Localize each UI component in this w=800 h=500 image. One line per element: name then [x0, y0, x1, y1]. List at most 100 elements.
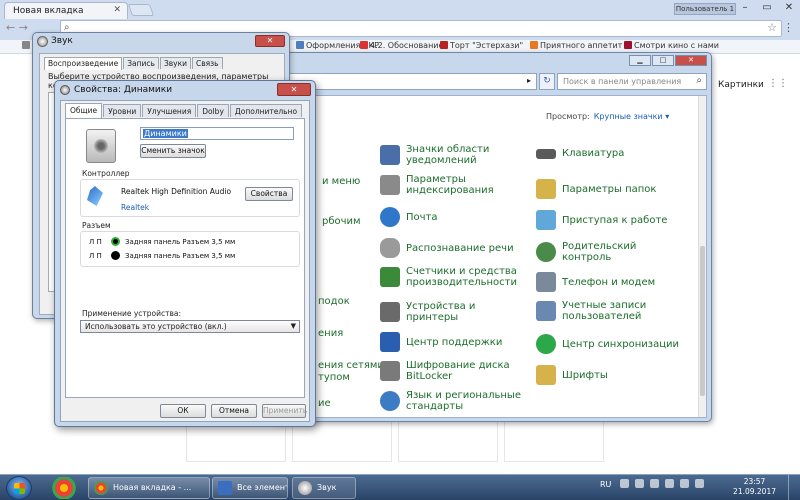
- arrow-up-icon[interactable]: [619, 479, 629, 488]
- close-icon[interactable]: ✕: [277, 83, 311, 96]
- ok-button[interactable]: ОК: [160, 404, 206, 418]
- bookmark-icon: [360, 41, 368, 49]
- close-icon[interactable]: ✕: [778, 0, 800, 17]
- cp-item-indexing-options[interactable]: Параметры индексирования: [380, 174, 530, 196]
- controller-name: Realtek High Definition Audio: [121, 187, 232, 196]
- device-usage-select[interactable]: Использовать это устройство (вкл.) ▼: [80, 320, 300, 333]
- close-icon[interactable]: ✕: [675, 55, 707, 66]
- volume-icon[interactable]: [649, 479, 659, 488]
- cancel-button[interactable]: Отмена: [211, 404, 257, 418]
- device-name-input[interactable]: Динамики: [140, 127, 294, 140]
- tab-general[interactable]: Общие: [65, 103, 103, 118]
- tab-levels[interactable]: Уровни: [103, 104, 142, 117]
- controller-vendor[interactable]: Realtek: [121, 203, 149, 212]
- tab-sounds[interactable]: Звуки: [159, 57, 192, 69]
- jack-black-icon: [111, 251, 120, 260]
- bookmark[interactable]: Торт "Эстерхази": [440, 41, 523, 50]
- tray-app-icon[interactable]: [694, 479, 704, 488]
- maximize-icon[interactable]: ▭: [756, 0, 778, 17]
- taskbar-item-sound[interactable]: Звук: [292, 477, 356, 499]
- cp-item-fonts[interactable]: Шрифты: [536, 365, 686, 385]
- globe-icon: [380, 391, 400, 411]
- view-by-value[interactable]: Крупные значки: [594, 112, 663, 121]
- cp-item-devices-printers[interactable]: Устройства и принтеры: [380, 301, 530, 323]
- new-tab-button[interactable]: [127, 4, 155, 16]
- refresh-icon[interactable]: ↻: [539, 73, 555, 90]
- tab-enhancements[interactable]: Улучшения: [142, 104, 197, 117]
- browser-tab[interactable]: Новая вкладка ✕: [4, 2, 128, 19]
- cp-item-user-accounts[interactable]: Учетные записи пользователей: [536, 300, 686, 322]
- star-icon[interactable]: ☆: [767, 21, 777, 34]
- bookmark[interactable]: Смотри кино с нами: [624, 41, 719, 50]
- cp-item-phone-modem[interactable]: Телефон и модем: [536, 272, 686, 292]
- minimize-icon[interactable]: –: [734, 0, 756, 17]
- cp-item-action-center[interactable]: Центр поддержки: [380, 332, 530, 352]
- cp-item-performance[interactable]: Счетчики и средства производительности: [380, 266, 530, 288]
- cp-item-mail[interactable]: Почта: [380, 207, 530, 227]
- microphone-icon: [380, 238, 400, 258]
- profile-button[interactable]: Пользователь 1: [674, 3, 736, 15]
- taskbar-item-browser[interactable]: Новая вкладка - ...: [88, 477, 210, 499]
- images-link[interactable]: Картинки: [718, 80, 764, 90]
- tab-advanced[interactable]: Дополнительно: [229, 104, 303, 117]
- cp-item-speech-recognition[interactable]: Распознавание речи: [380, 238, 530, 258]
- controller-properties-button[interactable]: Свойства: [245, 187, 293, 201]
- bookmark[interactable]: 4.2. Обоснование: [360, 41, 443, 50]
- bookmark-icon: [440, 41, 448, 49]
- show-desktop-button[interactable]: [788, 475, 800, 500]
- cp-item-bitlocker[interactable]: Шифрование диска BitLocker: [380, 360, 530, 382]
- chevron-down-icon[interactable]: ▸: [527, 76, 531, 85]
- language-indicator[interactable]: RU: [600, 480, 611, 489]
- close-icon[interactable]: ✕: [255, 35, 285, 47]
- cp-item-notification-icons[interactable]: Значки области уведомлений: [380, 144, 530, 166]
- speaker-icon: [298, 481, 312, 495]
- apps-icon[interactable]: ⋮⋮: [768, 78, 788, 89]
- tab-recording[interactable]: Запись: [123, 57, 159, 69]
- menu-icon[interactable]: ⋮: [783, 21, 794, 34]
- tab-dolby[interactable]: Dolby: [197, 104, 229, 117]
- partial-item[interactable]: ения сетями: [318, 360, 384, 371]
- tab-playback[interactable]: Воспроизведение: [44, 57, 123, 70]
- change-icon-button[interactable]: Сменить значок: [140, 144, 206, 158]
- partial-item[interactable]: ие: [318, 398, 331, 409]
- partial-item[interactable]: ения: [318, 328, 343, 339]
- taskbar-item-control-panel[interactable]: Все элементы па...: [212, 477, 288, 499]
- network-icon[interactable]: [634, 479, 644, 488]
- cp-item-parental-controls[interactable]: Родительский контроль: [536, 241, 686, 263]
- bookmark-icon: [22, 41, 30, 49]
- battery-icon[interactable]: [664, 479, 674, 488]
- control-panel-content: Просмотр: Крупные значки ▾ и меню рбочим …: [277, 95, 707, 418]
- partial-item[interactable]: подок: [318, 296, 350, 307]
- tab-communications[interactable]: Связь: [192, 57, 223, 69]
- close-icon[interactable]: ✕: [113, 5, 121, 15]
- device-usage-label: Применение устройства:: [82, 309, 182, 318]
- scrollbar[interactable]: [698, 96, 706, 417]
- search-placeholder: Поиск в панели управления: [563, 77, 682, 86]
- clock[interactable]: 23:57 21.09.2017: [733, 477, 776, 497]
- start-button[interactable]: [6, 476, 32, 500]
- back-forward-icons[interactable]: ← →: [6, 21, 28, 34]
- view-by[interactable]: Просмотр: Крупные значки ▾: [546, 112, 669, 121]
- maximize-icon[interactable]: □: [652, 55, 674, 66]
- bookmark[interactable]: Приятного аппетит: [530, 41, 622, 50]
- cp-item-keyboard[interactable]: Клавиатура: [536, 148, 686, 159]
- search-input[interactable]: Поиск в панели управления ⌕: [557, 73, 707, 90]
- chrome-pinned-icon[interactable]: [48, 477, 80, 499]
- cp-item-sync-center[interactable]: Центр синхронизации: [536, 334, 686, 354]
- partial-item[interactable]: и меню: [322, 176, 360, 187]
- cp-item-folder-options[interactable]: Параметры папок: [536, 179, 686, 199]
- taskbar: Новая вкладка - ... Все элементы па... З…: [0, 474, 800, 500]
- clock-time: 23:57: [743, 477, 766, 486]
- partial-item[interactable]: рбочим: [322, 216, 361, 227]
- partial-item[interactable]: тупом: [318, 372, 350, 383]
- cp-item-region-language[interactable]: Язык и региональные стандарты: [380, 390, 530, 412]
- address-bar[interactable]: ▸: [277, 73, 537, 90]
- flag-icon[interactable]: [679, 479, 689, 488]
- jack-row: Л П Задняя панель Разъем 3,5 мм: [89, 251, 236, 260]
- apply-button[interactable]: Применить: [262, 404, 307, 418]
- minimize-icon[interactable]: ▁: [629, 55, 651, 66]
- jack-group: Л П Задняя панель Разъем 3,5 мм Л П Задн…: [80, 231, 300, 267]
- controller-group: Realtek High Definition Audio Realtek Св…: [80, 179, 300, 217]
- scrollbar-thumb[interactable]: [700, 246, 705, 396]
- cp-item-getting-started[interactable]: Приступая к работе: [536, 210, 686, 230]
